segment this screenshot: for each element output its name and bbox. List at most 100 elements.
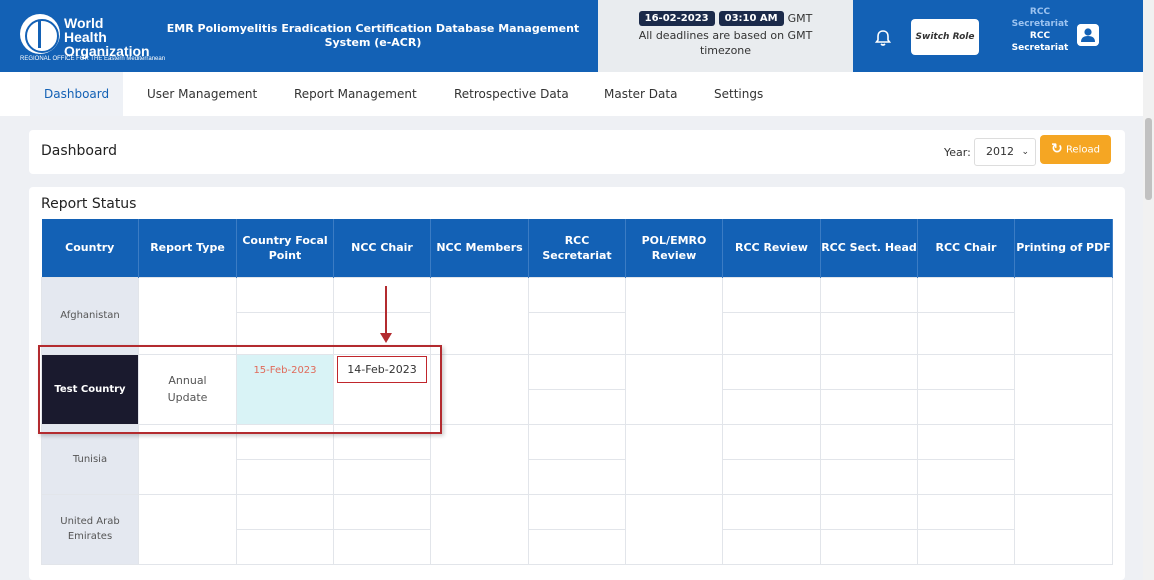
ncc-chair-cell <box>333 493 431 530</box>
rcc-review-cell <box>722 311 821 355</box>
chevron-down-icon: ⌄ <box>1021 147 1029 157</box>
annotation-arrow-line <box>385 286 387 336</box>
country-cell-selected[interactable]: Test Country <box>41 353 139 425</box>
column-header: RCC Sect. Head <box>820 219 918 277</box>
pol-emro-cell <box>625 493 723 565</box>
org-name-line1: World Health <box>64 15 107 45</box>
country-cell[interactable]: Tunisia <box>41 423 139 495</box>
current-time-badge: 03:10 AM <box>718 11 784 26</box>
rcc-secretariat-cell <box>528 493 626 530</box>
nav-master-data[interactable]: Master Data <box>590 72 691 116</box>
ncc-chair-cell <box>333 276 431 313</box>
country-cell[interactable]: Afghanistan <box>41 276 139 355</box>
report-type-cell: Annual Update <box>138 353 237 425</box>
focal-point-cell <box>236 528 334 565</box>
pol-emro-cell <box>625 353 723 425</box>
role-line: Secretariat <box>1011 43 1069 53</box>
focal-point-cell <box>236 458 334 495</box>
rcc-secretariat-cell <box>528 276 626 313</box>
printing-pdf-cell <box>1014 353 1113 425</box>
rcc-sect-head-cell <box>820 311 918 355</box>
column-header: RCC Chair <box>917 219 1015 277</box>
focal-point-date-cell[interactable]: 15-Feb-2023 <box>236 353 334 425</box>
main-nav: Dashboard User Management Report Managem… <box>0 72 1143 116</box>
user-role-label: RCC Secretariat RCC Secretariat <box>1008 6 1072 54</box>
role-line: Secretariat <box>1011 19 1069 29</box>
focal-point-cell <box>236 423 334 460</box>
table-row: Test Country Annual Update 15-Feb-2023 1… <box>41 353 1113 425</box>
nav-settings[interactable]: Settings <box>700 72 777 116</box>
ncc-chair-date[interactable]: 14-Feb-2023 <box>337 355 427 383</box>
focal-point-cell <box>236 276 334 313</box>
printing-pdf-cell <box>1014 276 1113 355</box>
rcc-sect-head-cell <box>820 493 918 530</box>
rcc-sect-head-cell <box>820 388 918 425</box>
org-name: World Health Organization <box>64 16 150 58</box>
page-scrollbar[interactable] <box>1143 0 1154 580</box>
deadline-note: All deadlines are based on GMT timezone <box>638 29 813 57</box>
timezone-label: GMT <box>787 12 813 25</box>
rcc-sect-head-cell <box>820 276 918 313</box>
report-status-table: Country Report Type Country Focal Point … <box>41 219 1113 565</box>
role-line: RCC <box>1029 31 1051 41</box>
table-row: United Arab Emirates <box>41 493 1113 565</box>
focal-point-cell <box>236 493 334 530</box>
printing-pdf-cell <box>1014 423 1113 495</box>
ncc-chair-cell <box>333 528 431 565</box>
column-header: Report Type <box>138 219 237 277</box>
column-header: Country <box>41 219 139 277</box>
column-header: POL/EMRO Review <box>625 219 723 277</box>
role-line: RCC <box>1029 7 1051 17</box>
page-title: Dashboard <box>41 143 117 159</box>
annotation-arrow-head-icon <box>380 333 392 343</box>
rcc-secretariat-cell <box>528 423 626 460</box>
deadline-info: 16-02-2023 03:10 AM GMT All deadlines ar… <box>598 0 853 72</box>
rcc-sect-head-cell <box>820 353 918 390</box>
nav-dashboard[interactable]: Dashboard <box>30 72 124 116</box>
report-type-cell <box>138 276 237 355</box>
who-logo[interactable]: World Health Organization REGIONAL OFFIC… <box>20 10 165 62</box>
rcc-review-cell <box>722 528 821 565</box>
rcc-chair-cell <box>917 423 1015 460</box>
nav-report-management[interactable]: Report Management <box>280 72 431 116</box>
rcc-review-cell <box>722 458 821 495</box>
system-title: EMR Poliomyelitis Eradication Certificat… <box>166 22 580 49</box>
pol-emro-cell <box>625 423 723 495</box>
table-row: Tunisia <box>41 423 1113 495</box>
year-select[interactable]: 2012 ⌄ <box>974 138 1036 166</box>
nav-user-management[interactable]: User Management <box>133 72 271 116</box>
rcc-secretariat-cell <box>528 458 626 495</box>
nav-retrospective-data[interactable]: Retrospective Data <box>440 72 583 116</box>
ncc-chair-cell <box>333 423 431 460</box>
rcc-review-cell <box>722 388 821 425</box>
switch-role-button[interactable]: Switch Role <box>911 19 979 55</box>
rcc-review-cell <box>722 493 821 530</box>
column-header: Country Focal Point <box>236 219 334 277</box>
rcc-chair-cell <box>917 388 1015 425</box>
rcc-chair-cell <box>917 311 1015 355</box>
year-value: 2012 <box>986 145 1014 158</box>
column-header: NCC Chair <box>333 219 431 277</box>
notification-bell-icon[interactable] <box>873 28 893 48</box>
ncc-chair-date-cell[interactable]: 14-Feb-2023 <box>333 353 431 425</box>
pol-emro-cell <box>625 276 723 355</box>
country-cell[interactable]: United Arab Emirates <box>41 493 139 565</box>
reload-label: Reload <box>1065 144 1100 156</box>
rcc-secretariat-cell <box>528 388 626 425</box>
rcc-review-cell <box>722 423 821 460</box>
rcc-secretariat-cell <box>528 353 626 390</box>
column-header: NCC Members <box>430 219 529 277</box>
printing-pdf-cell <box>1014 493 1113 565</box>
rcc-chair-cell <box>917 353 1015 390</box>
current-date-badge: 16-02-2023 <box>638 11 715 26</box>
report-type-cell <box>138 423 237 495</box>
reload-button[interactable]: ↻ Reload <box>1040 135 1111 164</box>
rcc-sect-head-cell <box>820 423 918 460</box>
user-avatar-icon[interactable] <box>1077 24 1099 46</box>
ncc-members-cell <box>430 493 529 565</box>
rcc-chair-cell <box>917 528 1015 565</box>
top-header: World Health Organization REGIONAL OFFIC… <box>0 0 1143 72</box>
ncc-chair-cell <box>333 458 431 495</box>
org-region: REGIONAL OFFICE FOR THE Eastern Mediterr… <box>20 56 166 62</box>
scrollbar-thumb[interactable] <box>1145 118 1152 200</box>
